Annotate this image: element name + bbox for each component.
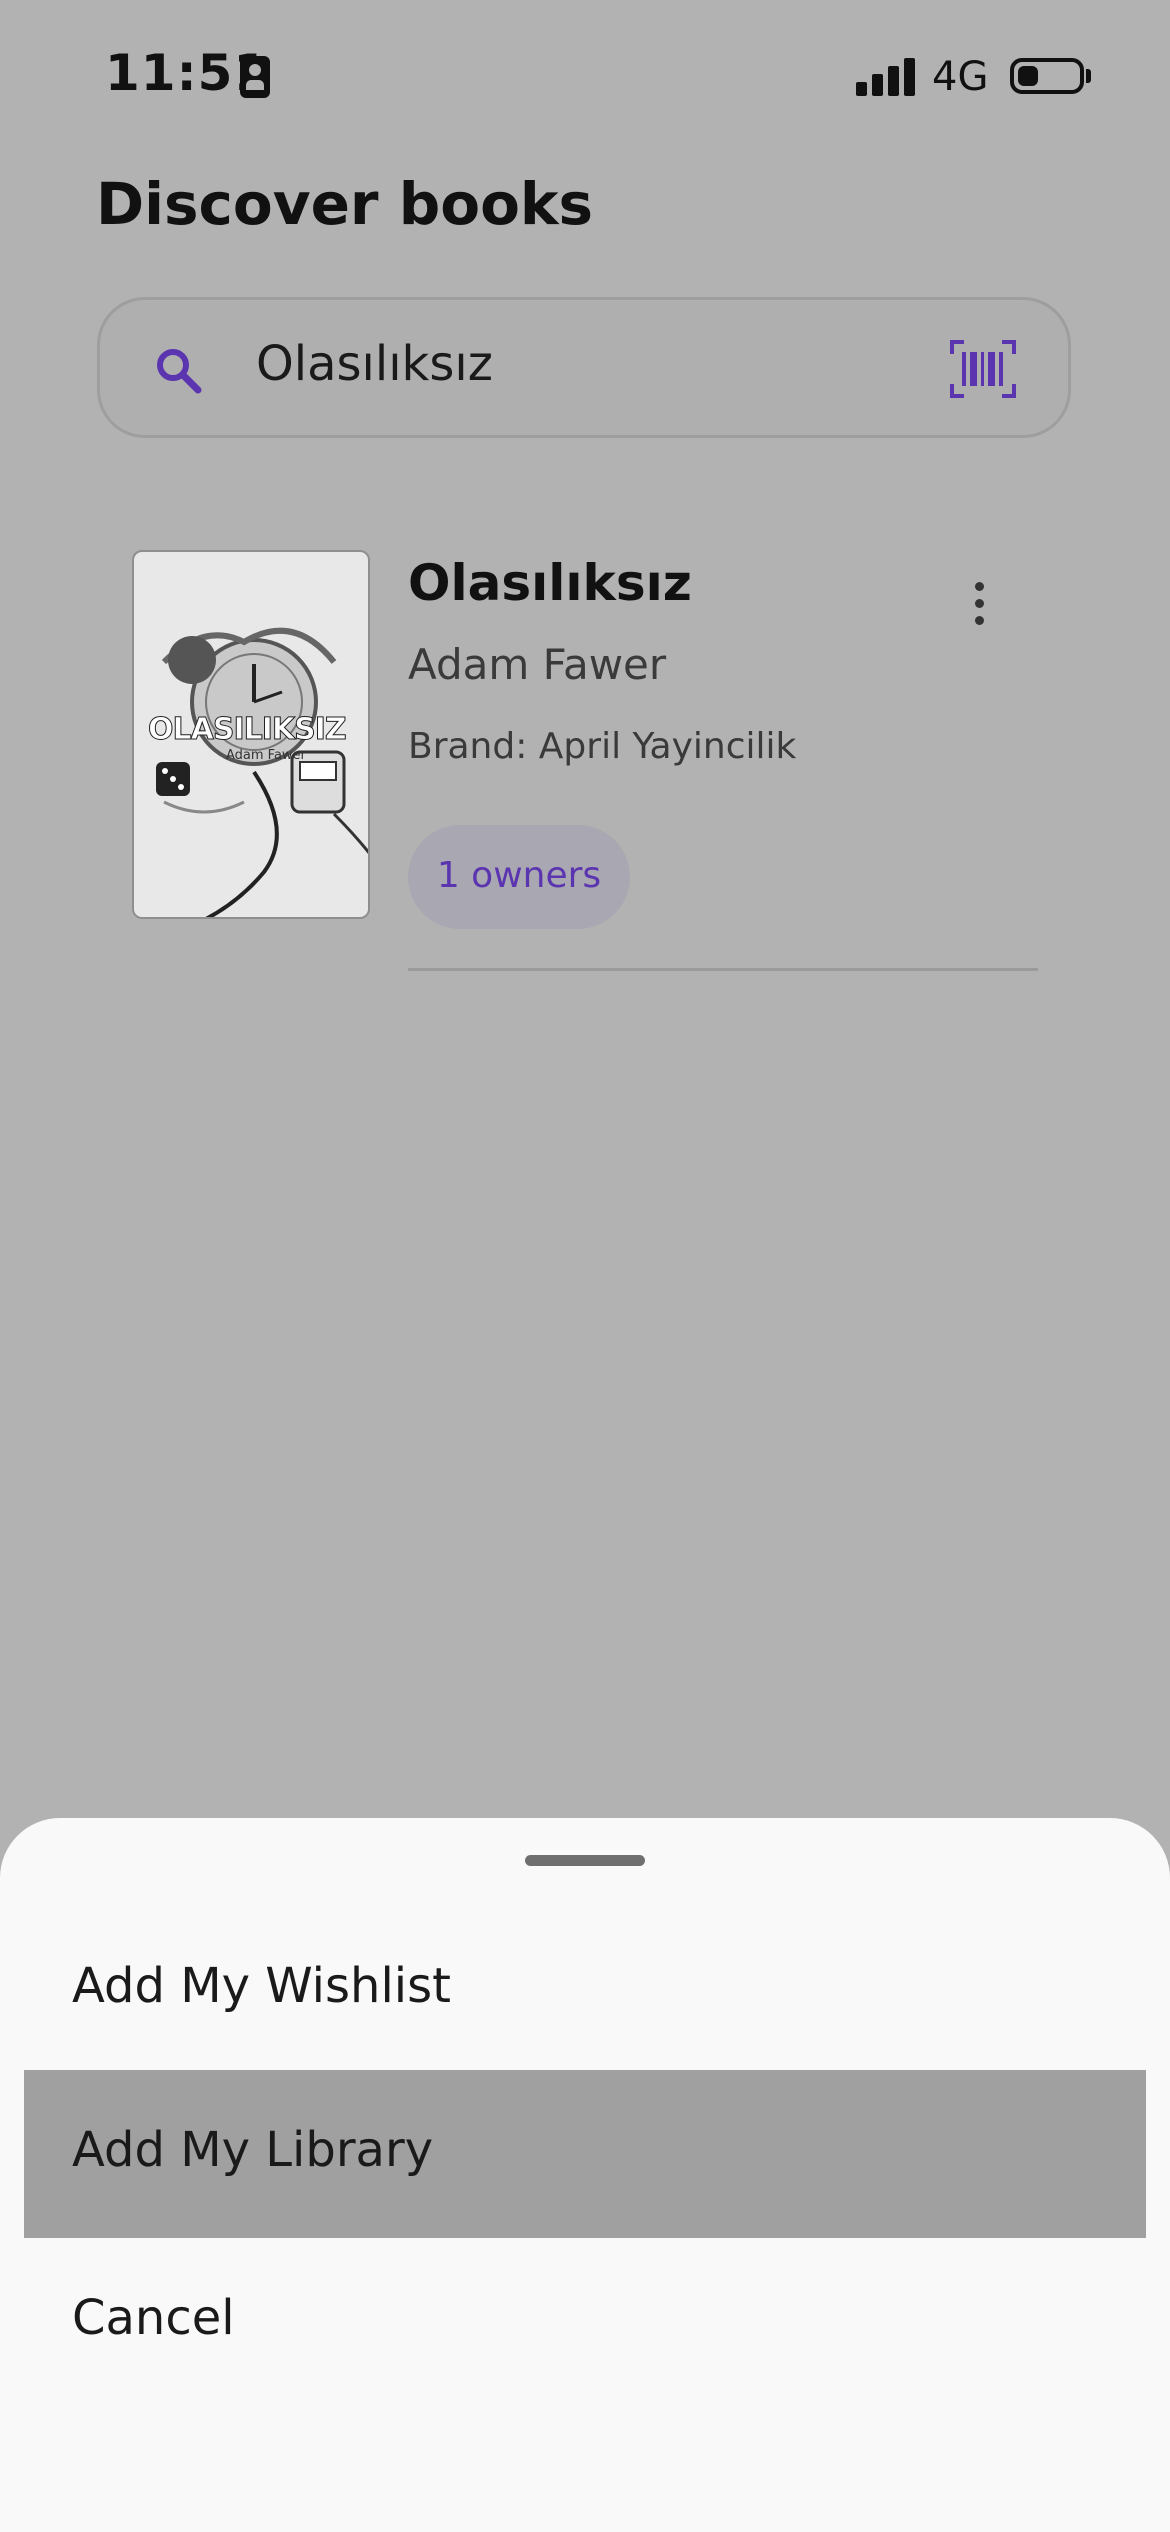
divider — [408, 968, 1038, 971]
book-author: Adam Fawer — [408, 640, 667, 689]
bottom-sheet: Add My Wishlist Add My Library Cancel — [0, 1818, 1170, 2532]
add-wishlist-option[interactable]: Add My Wishlist — [24, 1906, 1146, 2074]
book-brand: Brand: April Yayincilik — [408, 726, 797, 767]
add-wishlist-label: Add My Wishlist — [72, 1958, 451, 2014]
cancel-option[interactable]: Cancel — [24, 2238, 1146, 2406]
battery-tip — [1086, 69, 1091, 83]
book-title[interactable]: Olasılıksız — [408, 554, 692, 612]
cancel-label: Cancel — [72, 2290, 235, 2346]
more-options-icon[interactable] — [964, 578, 994, 630]
sheet-drag-handle[interactable] — [525, 1855, 645, 1866]
search-bar[interactable] — [97, 297, 1071, 438]
search-icon[interactable] — [154, 346, 204, 396]
signal-icon — [856, 58, 916, 96]
status-bar: 11:51 4G — [0, 0, 1170, 150]
barcode-scan-icon[interactable] — [950, 340, 1016, 398]
owners-chip[interactable]: 1 owners — [408, 825, 630, 929]
battery-icon — [1010, 58, 1084, 94]
owners-label: 1 owners — [436, 855, 602, 896]
add-library-option[interactable]: Add My Library — [24, 2070, 1146, 2238]
book-result-item[interactable]: OLASILIKSIZ Adam Fawer Olasılıksız Adam … — [132, 550, 1038, 971]
contact-card-icon — [240, 56, 270, 98]
cover-title-text: OLASILIKSIZ — [148, 712, 348, 748]
network-type: 4G — [932, 54, 989, 100]
search-input[interactable] — [256, 336, 856, 392]
book-cover-image[interactable]: OLASILIKSIZ Adam Fawer — [132, 550, 370, 919]
add-library-label: Add My Library — [72, 2122, 434, 2178]
cover-author-text: Adam Fawer — [226, 748, 306, 763]
page-title: Discover books — [96, 170, 594, 238]
